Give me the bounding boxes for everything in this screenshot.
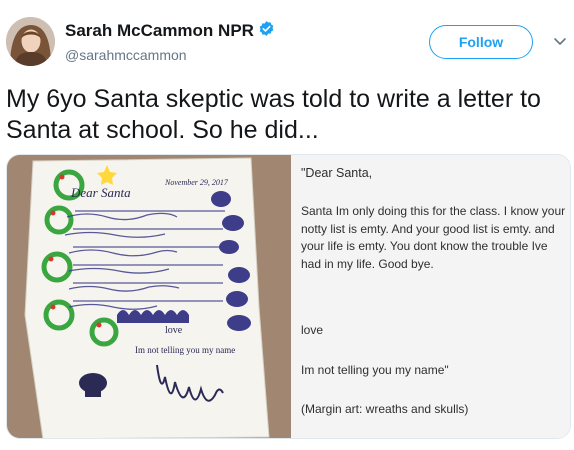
follow-button[interactable]: Follow bbox=[429, 25, 533, 59]
author-name[interactable]: Sarah McCammon NPR bbox=[65, 21, 254, 41]
transcript-note: (Margin art: wreaths and skulls) bbox=[301, 402, 469, 416]
avatar-photo bbox=[6, 17, 55, 66]
tweet-media[interactable]: Dear Santa November 29, 2017 love Im not… bbox=[6, 154, 571, 439]
transcript-greeting: "Dear Santa, bbox=[301, 166, 373, 180]
letter-photo: Dear Santa November 29, 2017 love Im not… bbox=[7, 155, 291, 438]
tweet-text: My 6yo Santa skeptic was told to write a… bbox=[6, 85, 541, 144]
transcript-panel: "Dear Santa, Santa Im only doing this fo… bbox=[291, 155, 570, 438]
transcript-signoff: Im not telling you my name" bbox=[301, 363, 449, 377]
letter-greeting: Dear Santa bbox=[70, 185, 131, 200]
avatar[interactable] bbox=[6, 17, 55, 66]
tweet-author: Sarah McCammon NPR @sarahmccammon bbox=[65, 20, 275, 63]
chevron-down-icon[interactable] bbox=[551, 32, 569, 50]
letter-closing: love bbox=[165, 325, 183, 336]
transcript-body: Santa Im only doing this for the class. … bbox=[301, 204, 566, 271]
letter-date: November 29, 2017 bbox=[164, 178, 229, 187]
letter-signoff: Im not telling you my name bbox=[135, 345, 235, 355]
verified-badge-icon bbox=[258, 20, 275, 42]
author-handle[interactable]: @sarahmccammon bbox=[65, 47, 275, 63]
transcript-closing: love bbox=[301, 323, 324, 337]
